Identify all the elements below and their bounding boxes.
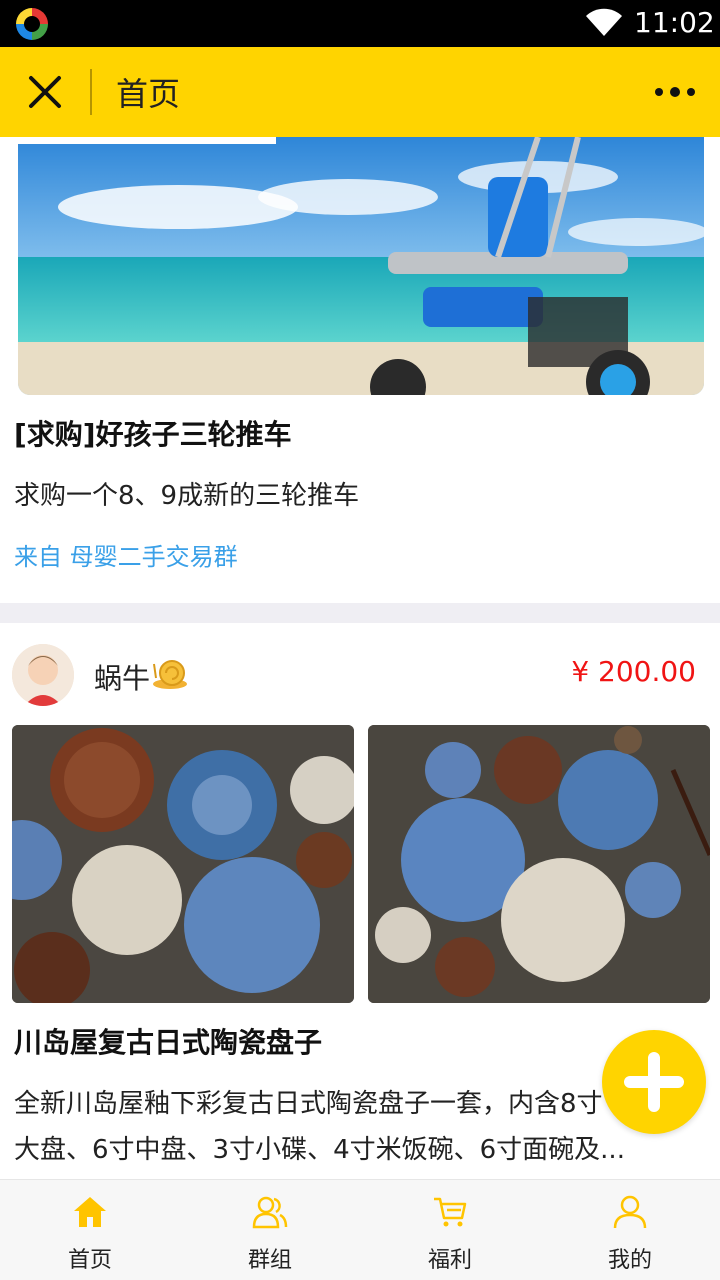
app-logo-icon	[16, 8, 48, 40]
seller-username[interactable]: 蜗牛	[94, 657, 150, 697]
feed[interactable]: [求购]好孩子三轮推车 求购一个8、9成新的三轮推车 来自 母婴二手交易群 蜗牛…	[0, 137, 720, 1179]
title-bar: 首页	[0, 47, 720, 137]
home-icon	[74, 1197, 106, 1227]
listing-description: 全新川岛屋釉下彩复古日式陶瓷盘子一套，内含8寸 大盘、6寸中盘、3寸小碟、4寸米…	[14, 1081, 706, 1173]
listing-title[interactable]: 川岛屋复古日式陶瓷盘子	[14, 1021, 322, 1061]
post-banner-image[interactable]	[18, 137, 704, 395]
banner-progress-strip	[18, 137, 276, 144]
wifi-icon	[586, 8, 622, 37]
snail-badge-icon	[153, 660, 187, 689]
listing-photo-1[interactable]	[12, 725, 354, 1003]
nav-item-home[interactable]: 首页	[0, 1180, 180, 1280]
nav-label-welfare: 福利	[427, 1248, 472, 1273]
group-icon	[252, 1196, 288, 1229]
nav-item-welfare[interactable]: 福利	[360, 1180, 540, 1280]
listing-price: ¥ 200.00	[571, 655, 696, 688]
nav-label-mine: 我的	[607, 1248, 652, 1273]
close-icon[interactable]	[24, 71, 66, 113]
cart-icon	[434, 1197, 467, 1227]
post-source-link[interactable]: 来自 母婴二手交易群	[14, 537, 238, 572]
more-icon[interactable]	[652, 77, 698, 107]
plus-icon	[624, 1052, 684, 1112]
add-post-button[interactable]	[602, 1030, 706, 1134]
nav-label-groups: 群组	[247, 1248, 292, 1273]
page-title: 首页	[116, 75, 181, 113]
listing-description-line-2: 大盘、6寸中盘、3寸小碟、4寸米饭碗、6寸面碗及...	[14, 1135, 625, 1165]
avatar[interactable]	[12, 644, 74, 706]
nav-item-groups[interactable]: 群组	[180, 1180, 360, 1280]
title-divider	[90, 69, 92, 115]
nav-item-mine[interactable]: 我的	[540, 1180, 720, 1280]
bottom-nav: 首页 群组 福利 我的	[0, 1179, 720, 1280]
post-description: 求购一个8、9成新的三轮推车	[14, 481, 360, 511]
section-divider	[0, 603, 720, 623]
status-bar: 11:02	[0, 0, 720, 47]
post-title[interactable]: [求购]好孩子三轮推车	[14, 413, 292, 453]
listing-photo-2[interactable]	[368, 725, 710, 1003]
nav-label-home: 首页	[67, 1248, 112, 1273]
user-icon	[613, 1195, 647, 1229]
status-time: 11:02	[634, 6, 715, 39]
